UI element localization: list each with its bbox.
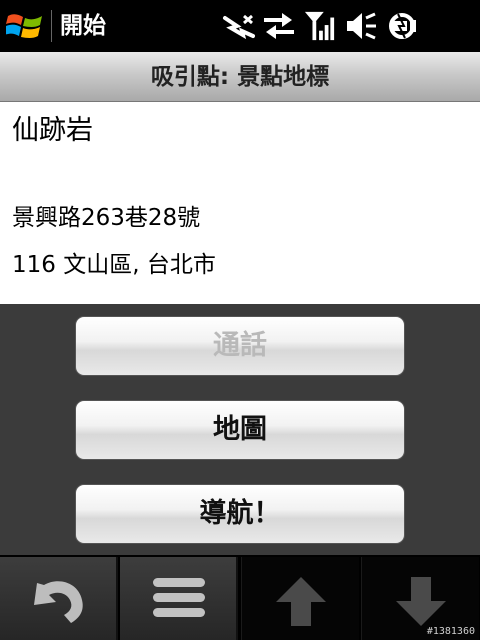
start-label: 開始 (60, 13, 106, 39)
data-sync-icon[interactable] (222, 10, 260, 42)
menu-icon (153, 578, 205, 617)
poi-details: 仙跡岩 景興路263巷28號 116 文山區, 台北市 (0, 102, 480, 304)
softkey-bar: #1381360 (0, 555, 480, 640)
action-area: 通話 地圖 導航！ (0, 304, 480, 555)
back-softkey[interactable] (0, 557, 118, 640)
data-connection-icon[interactable] (262, 10, 296, 42)
page-title: 吸引點: 景點地標 (150, 64, 330, 90)
phone-screen: 開始 吸引點: 景點地標 仙跡岩 景興路263巷28號 116 文山區, 台北市… (0, 0, 480, 640)
navigate-button[interactable]: 導航！ (75, 484, 405, 544)
signal-strength-icon[interactable] (302, 10, 338, 42)
battery-icon[interactable] (384, 10, 420, 42)
back-icon (34, 581, 83, 623)
start-separator (51, 10, 52, 42)
address-line-1: 景興路263巷28號 (12, 205, 201, 231)
map-button[interactable]: 地圖 (75, 400, 405, 460)
volume-icon[interactable] (344, 10, 378, 42)
windows-start-icon (6, 14, 42, 38)
call-button[interactable]: 通話 (75, 316, 405, 376)
start-button[interactable]: 開始 (0, 0, 130, 52)
title-bar: 吸引點: 景點地標 (0, 52, 480, 102)
menu-softkey[interactable] (120, 557, 238, 640)
address-line-2: 116 文山區, 台北市 (12, 252, 216, 278)
image-id-label: #1381360 (426, 626, 475, 637)
scroll-up-softkey[interactable] (241, 557, 359, 640)
up-arrow-icon (276, 577, 326, 626)
poi-name: 仙跡岩 (12, 115, 93, 146)
status-bar: 開始 (0, 0, 480, 52)
